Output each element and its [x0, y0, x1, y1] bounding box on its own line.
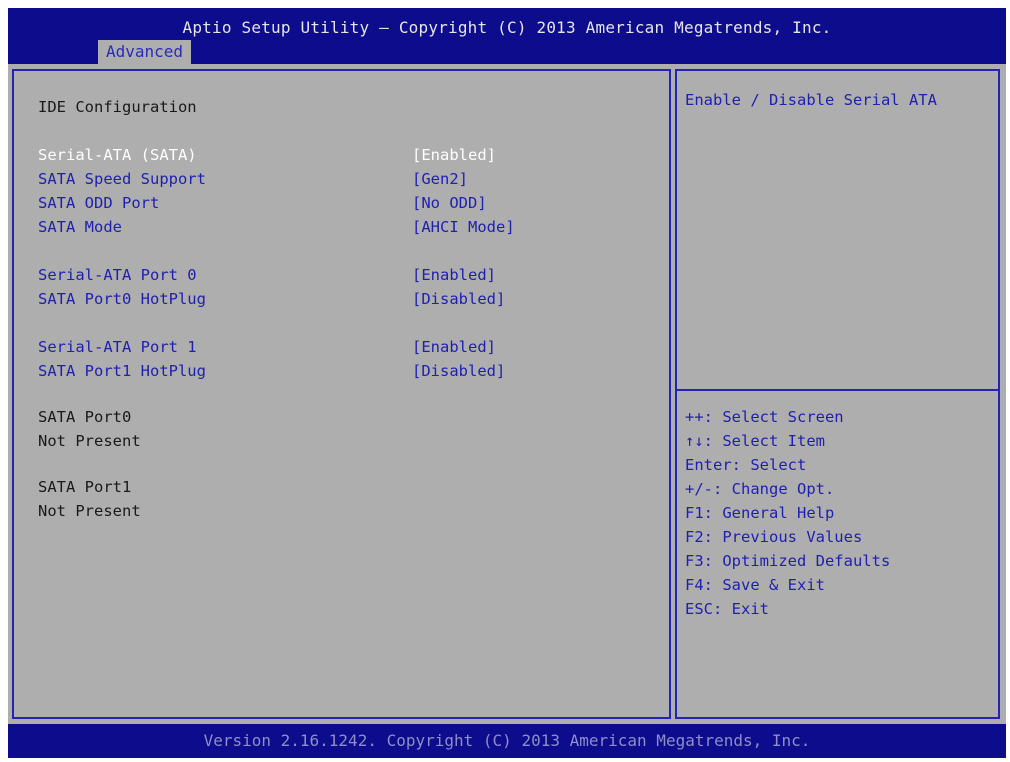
sata-port1-status: Not Present	[38, 502, 141, 520]
help-description: Enable / Disable Serial ATA	[685, 91, 937, 109]
footer-bar: Version 2.16.1242. Copyright (C) 2013 Am…	[8, 724, 1006, 758]
title-bar: Aptio Setup Utility – Copyright (C) 2013…	[8, 8, 1006, 64]
sata-port0-hotplug-value[interactable]: [Disabled]	[412, 289, 505, 309]
key-general-help: F1: General Help	[685, 504, 835, 522]
key-select-item: ↑↓: Select Item	[685, 432, 825, 450]
sata-mode-value[interactable]: [AHCI Mode]	[412, 217, 515, 237]
serial-ata-port0-label[interactable]: Serial-ATA Port 0	[38, 265, 197, 285]
sata-port1-hotplug-value[interactable]: [Disabled]	[412, 361, 505, 381]
sata-port0-status: Not Present	[38, 432, 141, 450]
key-save-exit: F4: Save & Exit	[685, 576, 825, 594]
bios-screen: Aptio Setup Utility – Copyright (C) 2013…	[8, 8, 1006, 758]
sata-port0-hotplug-label[interactable]: SATA Port0 HotPlug	[38, 289, 206, 309]
key-optimized-defaults: F3: Optimized Defaults	[685, 552, 891, 570]
sata-speed-support-value[interactable]: [Gen2]	[412, 169, 468, 189]
key-esc-exit: ESC: Exit	[685, 600, 769, 618]
tab-advanced[interactable]: Advanced	[98, 40, 192, 64]
serial-ata-port1-label[interactable]: Serial-ATA Port 1	[38, 337, 197, 357]
sata-speed-support-label[interactable]: SATA Speed Support	[38, 169, 206, 189]
section-heading: IDE Configuration	[38, 98, 197, 116]
sata-odd-port-label[interactable]: SATA ODD Port	[38, 193, 159, 213]
help-panel: Enable / Disable Serial ATA ++: Select S…	[675, 69, 1000, 719]
help-divider	[677, 389, 998, 391]
key-select-screen: ++: Select Screen	[685, 408, 844, 426]
serial-ata-port0-value[interactable]: [Enabled]	[412, 265, 496, 285]
sata-port1-hotplug-label[interactable]: SATA Port1 HotPlug	[38, 361, 206, 381]
key-change-opt: +/-: Change Opt.	[685, 480, 835, 498]
sata-port0-info-label: SATA Port0	[38, 408, 132, 426]
sata-mode-label[interactable]: SATA Mode	[38, 217, 122, 237]
key-previous-values: F2: Previous Values	[685, 528, 863, 546]
sata-odd-port-value[interactable]: [No ODD]	[412, 193, 487, 213]
serial-ata-port1-value[interactable]: [Enabled]	[412, 337, 496, 357]
key-enter-select: Enter: Select	[685, 456, 807, 474]
app-title: Aptio Setup Utility – Copyright (C) 2013…	[182, 18, 832, 37]
sata-port1-info-label: SATA Port1	[38, 478, 132, 496]
serial-ata-value[interactable]: [Enabled]	[412, 145, 496, 165]
serial-ata-label[interactable]: Serial-ATA (SATA)	[38, 145, 197, 165]
settings-panel: IDE Configuration Serial-ATA (SATA) [Ena…	[12, 69, 671, 719]
